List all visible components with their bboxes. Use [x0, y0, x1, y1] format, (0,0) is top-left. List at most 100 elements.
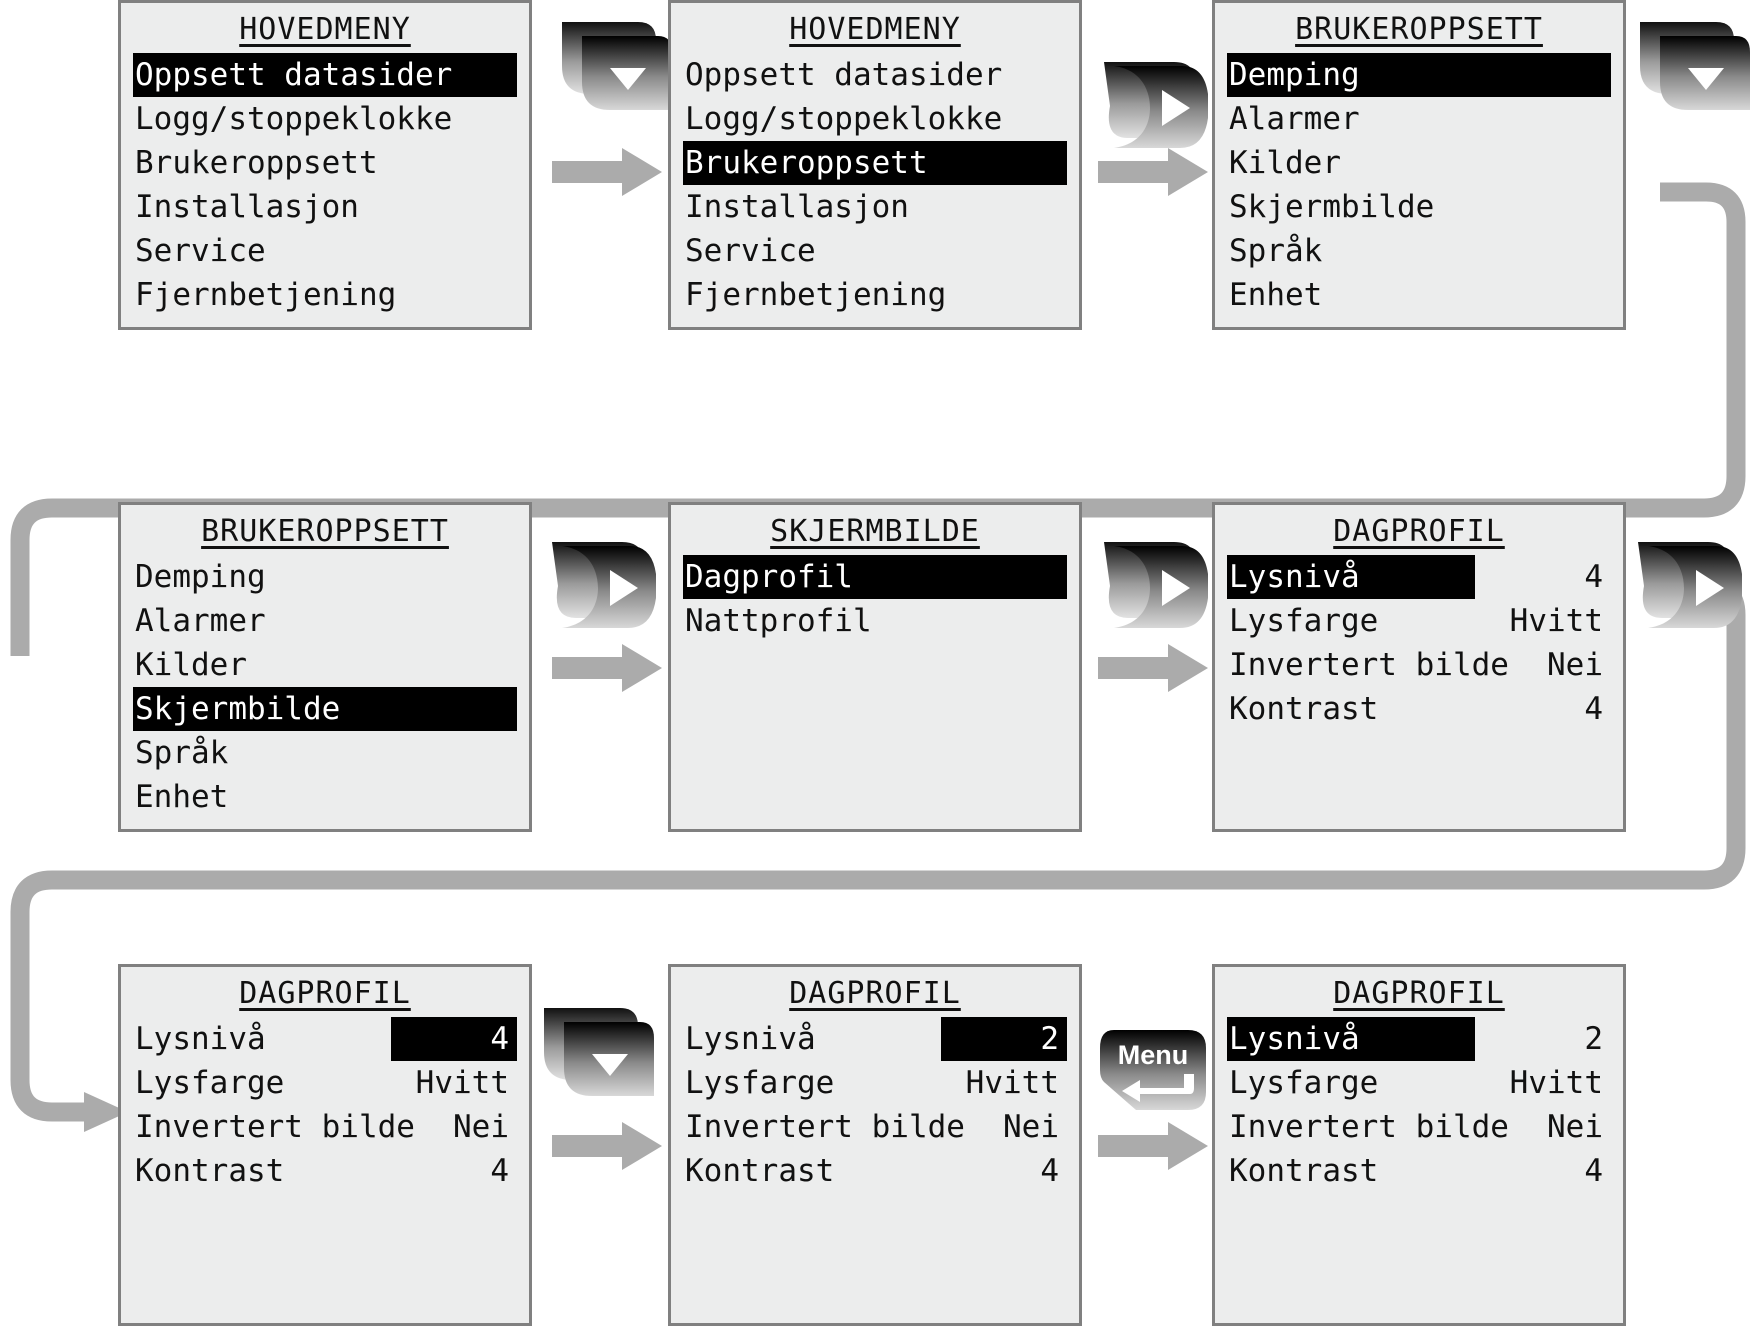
menu-item[interactable]: Demping	[133, 555, 517, 599]
menu-item[interactable]: Alarmer	[133, 599, 517, 643]
setting-value[interactable]: Hvitt	[941, 1061, 1067, 1105]
panel-title: DAGPROFIL	[1333, 514, 1505, 549]
setting-value[interactable]: 4	[1485, 555, 1611, 599]
setting-row[interactable]: Lysfarge Hvitt	[683, 1061, 1067, 1105]
menu-item-label: Logg/stoppeklokke	[135, 101, 453, 137]
lcd-panel-dagprofil-3[interactable]: DAGPROFIL Lysnivå 2 Lysfarge Hvitt Inver…	[668, 964, 1082, 1326]
setting-row[interactable]: Lysfarge Hvitt	[133, 1061, 517, 1105]
setting-value[interactable]: 4	[1485, 687, 1611, 731]
setting-row[interactable]: Kontrast 4	[1227, 687, 1611, 731]
menu-item-label: Enhet	[1229, 277, 1323, 313]
menu-item[interactable]: Språk	[133, 731, 517, 775]
setting-value[interactable]: 4	[391, 1017, 517, 1061]
right-arrow-key-button[interactable]	[1104, 540, 1220, 638]
right-arrow-key-button[interactable]	[552, 540, 668, 638]
menu-item-label: Installasjon	[685, 189, 909, 225]
setting-label: Invertert bilde	[1229, 647, 1509, 683]
setting-row[interactable]: Lysnivå 2	[1227, 1017, 1611, 1061]
menu-item[interactable]: Skjermbilde	[133, 687, 517, 731]
menu-item[interactable]: Enhet	[133, 775, 517, 819]
menu-item[interactable]: Fjernbetjening	[683, 273, 1067, 317]
setting-row[interactable]: Kontrast 4	[133, 1149, 517, 1193]
down-arrow-key-button[interactable]	[1638, 18, 1750, 116]
menu-item[interactable]: Kilder	[1227, 141, 1611, 185]
setting-label: Lysnivå	[685, 1021, 816, 1057]
menu-item[interactable]: Demping	[1227, 53, 1611, 97]
menu-item[interactable]: Installasjon	[133, 185, 517, 229]
menu-item[interactable]: Oppsett datasider	[683, 53, 1067, 97]
menu-item[interactable]: Skjermbilde	[1227, 185, 1611, 229]
panel-rows: Oppsett datasider Logg/stoppeklokke Bruk…	[683, 53, 1067, 317]
menu-enter-key-button[interactable]: Menu	[1100, 1030, 1210, 1122]
panel-title: HOVEDMENY	[239, 12, 411, 47]
down-arrow-key-button[interactable]	[542, 1004, 654, 1102]
setting-value[interactable]: Nei	[967, 1105, 1067, 1149]
setting-row[interactable]: Kontrast 4	[1227, 1149, 1611, 1193]
menu-item[interactable]: Logg/stoppeklokke	[683, 97, 1067, 141]
menu-item-label: Dagprofil	[683, 555, 1067, 599]
setting-value[interactable]: 2	[941, 1017, 1067, 1061]
menu-item-label: Enhet	[135, 779, 229, 815]
menu-item-label: Demping	[135, 559, 266, 595]
setting-value[interactable]: Hvitt	[391, 1061, 517, 1105]
menu-item[interactable]: Oppsett datasider	[133, 53, 517, 97]
setting-label: Kontrast	[1229, 691, 1379, 727]
menu-item[interactable]: Språk	[1227, 229, 1611, 273]
right-arrow-key-button[interactable]	[1638, 540, 1752, 638]
setting-value[interactable]: Hvitt	[1485, 599, 1611, 643]
menu-item-label: Service	[685, 233, 816, 269]
menu-item[interactable]: Kilder	[133, 643, 517, 687]
setting-value[interactable]: Nei	[1511, 643, 1611, 687]
lcd-panel-brukeroppsett-1[interactable]: BRUKEROPPSETT Demping Alarmer Kilder Skj…	[1212, 0, 1626, 330]
menu-item[interactable]: Logg/stoppeklokke	[133, 97, 517, 141]
setting-label: Lysfarge	[1229, 603, 1379, 639]
setting-value[interactable]: 4	[941, 1149, 1067, 1193]
menu-item[interactable]: Installasjon	[683, 185, 1067, 229]
setting-value[interactable]: Nei	[1511, 1105, 1611, 1149]
panel-rows: Lysnivå 4 Lysfarge Hvitt Invertert bilde…	[133, 1017, 517, 1193]
panel-rows: Demping Alarmer Kilder Skjermbilde Språk…	[1227, 53, 1611, 317]
setting-value[interactable]: Nei	[417, 1105, 517, 1149]
lcd-panel-dagprofil-2[interactable]: DAGPROFIL Lysnivå 4 Lysfarge Hvitt Inver…	[118, 964, 532, 1326]
diagram-canvas: HOVEDMENY Oppsett datasider Logg/stoppek…	[0, 0, 1752, 1326]
setting-row[interactable]: Lysnivå 4	[133, 1017, 517, 1061]
setting-row[interactable]: Invertert bilde Nei	[133, 1105, 517, 1149]
lcd-panel-hovedmeny-2[interactable]: HOVEDMENY Oppsett datasider Logg/stoppek…	[668, 0, 1082, 330]
menu-item[interactable]: Fjernbetjening	[133, 273, 517, 317]
setting-row[interactable]: Invertert bilde Nei	[683, 1105, 1067, 1149]
lcd-panel-brukeroppsett-2[interactable]: BRUKEROPPSETT Demping Alarmer Kilder Skj…	[118, 502, 532, 832]
menu-item[interactable]: Dagprofil	[683, 555, 1067, 599]
lcd-panel-skjermbilde[interactable]: SKJERMBILDE Dagprofil Nattprofil	[668, 502, 1082, 832]
menu-item[interactable]: Nattprofil	[683, 599, 1067, 643]
menu-item[interactable]: Brukeroppsett	[683, 141, 1067, 185]
setting-row[interactable]: Invertert bilde Nei	[1227, 643, 1611, 687]
lcd-panel-dagprofil-1[interactable]: DAGPROFIL Lysnivå 4 Lysfarge Hvitt Inver…	[1212, 502, 1626, 832]
setting-row[interactable]: Invertert bilde Nei	[1227, 1105, 1611, 1149]
menu-item[interactable]: Service	[133, 229, 517, 273]
setting-row[interactable]: Lysnivå 4	[1227, 555, 1611, 599]
menu-item[interactable]: Brukeroppsett	[133, 141, 517, 185]
panel-title: BRUKEROPPSETT	[1295, 12, 1543, 47]
lcd-panel-dagprofil-4[interactable]: DAGPROFIL Lysnivå 2 Lysfarge Hvitt Inver…	[1212, 964, 1626, 1326]
panel-rows: Demping Alarmer Kilder Skjermbilde Språk…	[133, 555, 517, 819]
setting-row[interactable]: Kontrast 4	[683, 1149, 1067, 1193]
setting-value[interactable]: 2	[1485, 1017, 1611, 1061]
menu-item[interactable]: Enhet	[1227, 273, 1611, 317]
panel-title: DAGPROFIL	[239, 976, 411, 1011]
menu-item[interactable]: Alarmer	[1227, 97, 1611, 141]
setting-row[interactable]: Lysnivå 2	[683, 1017, 1067, 1061]
setting-value[interactable]: 4	[1485, 1149, 1611, 1193]
menu-item-label: Alarmer	[1229, 101, 1360, 137]
flow-arrow	[552, 644, 662, 692]
right-arrow-key-button[interactable]	[1104, 60, 1220, 158]
down-arrow-key-button[interactable]	[560, 18, 672, 116]
setting-value[interactable]: 4	[391, 1149, 517, 1193]
setting-row[interactable]: Lysfarge Hvitt	[1227, 599, 1611, 643]
setting-label: Kontrast	[685, 1153, 835, 1189]
menu-item[interactable]: Service	[683, 229, 1067, 273]
setting-value[interactable]: Hvitt	[1485, 1061, 1611, 1105]
lcd-panel-hovedmeny-1[interactable]: HOVEDMENY Oppsett datasider Logg/stoppek…	[118, 0, 532, 330]
menu-item-label: Språk	[135, 735, 229, 771]
setting-row[interactable]: Lysfarge Hvitt	[1227, 1061, 1611, 1105]
flow-arrow	[1098, 644, 1208, 692]
